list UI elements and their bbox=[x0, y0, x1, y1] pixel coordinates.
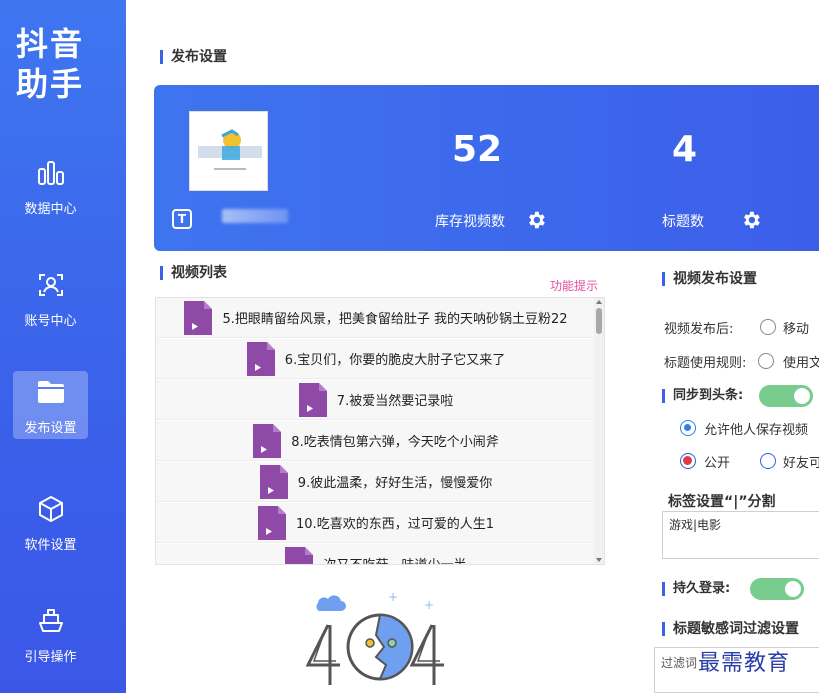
account-name-blurred bbox=[222, 209, 288, 223]
video-title: 8.吃表情包第六弹，今天吃个小闹斧 bbox=[291, 435, 499, 450]
list-item[interactable]: 10.吃喜欢的东西，过可爱的人生1 bbox=[156, 503, 596, 543]
sidebar-item-label: 发布设置 bbox=[24, 420, 77, 436]
avatar[interactable] bbox=[189, 111, 268, 191]
after-publish-move-radio[interactable] bbox=[760, 319, 776, 335]
allow-save-label: 允许他人保存视频 bbox=[704, 423, 809, 438]
feature-hint-link[interactable]: 功能提示 bbox=[550, 277, 598, 294]
watermark-text: 最需教育 bbox=[698, 651, 791, 676]
after-publish-label: 视频发布后: bbox=[664, 322, 734, 337]
video-list-title: 视频列表 bbox=[160, 266, 227, 280]
video-title: 7.被爱当然要记录啦 bbox=[336, 394, 454, 409]
video-file-icon bbox=[184, 300, 213, 335]
video-list[interactable]: 5.把眼睛留给风景，把美食留给肚子 我的天呐砂锅土豆粉22 6.宝贝们，你要的脆… bbox=[155, 297, 605, 565]
scroll-down-arrow-icon[interactable] bbox=[596, 558, 602, 562]
sidebar-item-guide[interactable]: 引导操作 bbox=[13, 600, 88, 668]
sidebar-item-data-center[interactable]: 数据中心 bbox=[13, 152, 88, 220]
404-illustration: + + bbox=[305, 590, 444, 685]
video-file-icon bbox=[285, 546, 314, 564]
app-brand: 抖音 助手 bbox=[16, 24, 116, 104]
folder-icon bbox=[34, 375, 68, 409]
video-title: 5.把眼睛留给风景，把美食留给肚子 我的天呐砂锅土豆粉22 bbox=[222, 312, 568, 327]
video-file-icon bbox=[259, 464, 288, 499]
video-file-icon bbox=[298, 382, 327, 417]
sidebar-item-account-center[interactable]: 账号中心 bbox=[13, 264, 88, 332]
sidebar-item-label: 软件设置 bbox=[24, 537, 77, 553]
video-title: 9.彼此温柔，好好生活，慢慢爱你 bbox=[297, 476, 493, 491]
list-item[interactable]: 6.宝贝们，你要的脆皮大肘子它又来了 bbox=[156, 339, 596, 379]
sidebar-item-label: 引导操作 bbox=[24, 649, 77, 665]
stock-video-count: 52 bbox=[452, 129, 503, 170]
title-count-label: 标题数 bbox=[662, 214, 704, 230]
allow-save-radio[interactable] bbox=[680, 420, 696, 436]
svg-text:+: + bbox=[424, 598, 434, 612]
svg-text:+: + bbox=[388, 590, 398, 604]
title-rule-radio[interactable] bbox=[758, 353, 774, 369]
title-rule-label: 标题使用规则: bbox=[664, 356, 747, 371]
scroll-thumb[interactable] bbox=[596, 308, 602, 334]
cube-icon bbox=[34, 492, 68, 526]
sidebar-item-label: 账号中心 bbox=[24, 313, 77, 329]
list-item[interactable]: 8.吃表情包第六弹，今天吃个小闹斧 bbox=[156, 421, 596, 461]
visibility-friends-label: 好友可 bbox=[783, 456, 819, 471]
visibility-public-radio[interactable] bbox=[680, 453, 696, 469]
title-filter-settings-title: 标题敏感词过滤设置 bbox=[662, 622, 799, 636]
title-count: 4 bbox=[672, 129, 698, 170]
gear-icon[interactable] bbox=[525, 209, 547, 231]
sidebar-item-publish-settings[interactable]: 发布设置 bbox=[13, 371, 88, 439]
sidebar-item-label: 数据中心 bbox=[24, 201, 77, 217]
visibility-public-label: 公开 bbox=[704, 456, 731, 471]
video-title: 10.吃喜欢的东西，过可爱的人生1 bbox=[296, 517, 494, 532]
stock-video-label: 库存视频数 bbox=[435, 214, 505, 230]
video-file-icon bbox=[258, 505, 287, 540]
visibility-friends-radio[interactable] bbox=[760, 453, 776, 469]
video-title: 6.宝贝们，你要的脆皮大肘子它又来了 bbox=[284, 353, 506, 368]
scroll-up-arrow-icon[interactable] bbox=[596, 300, 602, 304]
sidebar-item-software-settings[interactable]: 软件设置 bbox=[13, 488, 88, 556]
video-file-icon bbox=[246, 341, 275, 376]
brand-line-2: 助手 bbox=[16, 65, 85, 103]
persist-login-toggle[interactable] bbox=[750, 578, 804, 600]
list-scrollbar[interactable] bbox=[594, 298, 604, 564]
gear-icon[interactable] bbox=[740, 209, 762, 231]
list-item[interactable]: 5.把眼睛留给风景，把美食留给肚子 我的天呐砂锅土豆粉22 bbox=[156, 298, 596, 338]
brand-line-1: 抖音 bbox=[16, 25, 85, 63]
sync-toutiao-label: 同步到头条: bbox=[662, 389, 743, 403]
user-scan-icon bbox=[34, 268, 68, 302]
persist-login-label: 持久登录: bbox=[662, 582, 730, 596]
sync-toutiao-toggle[interactable] bbox=[759, 385, 813, 407]
title-rule-option-label: 使用文 bbox=[783, 356, 819, 371]
avatar-image bbox=[198, 129, 262, 170]
video-file-icon bbox=[253, 423, 282, 458]
text-type-icon: T bbox=[172, 209, 192, 229]
bar-chart-icon bbox=[34, 156, 68, 190]
tag-settings-label: 标签设置“|”分割 bbox=[668, 494, 776, 510]
tag-input[interactable] bbox=[662, 511, 819, 559]
list-item[interactable]: 7.被爱当然要记录啦 bbox=[156, 380, 596, 420]
after-publish-option-label: 移动 bbox=[783, 322, 810, 337]
list-item[interactable]: 次又不吃菇，味道少一半 bbox=[156, 544, 596, 564]
ship-icon bbox=[34, 604, 68, 638]
video-publish-settings-title: 视频发布设置 bbox=[662, 272, 757, 286]
page-title: 发布设置 bbox=[160, 50, 227, 64]
sidebar: 抖音 助手 数据中心 账号中心 发布设置 软件设置 引导操作 bbox=[0, 0, 126, 693]
account-stats-card: T 52 库存视频数 4 标题数 bbox=[154, 85, 819, 251]
list-item[interactable]: 9.彼此温柔，好好生活，慢慢爱你 bbox=[156, 462, 596, 502]
video-title: 次又不吃菇，味道少一半 bbox=[323, 554, 466, 564]
